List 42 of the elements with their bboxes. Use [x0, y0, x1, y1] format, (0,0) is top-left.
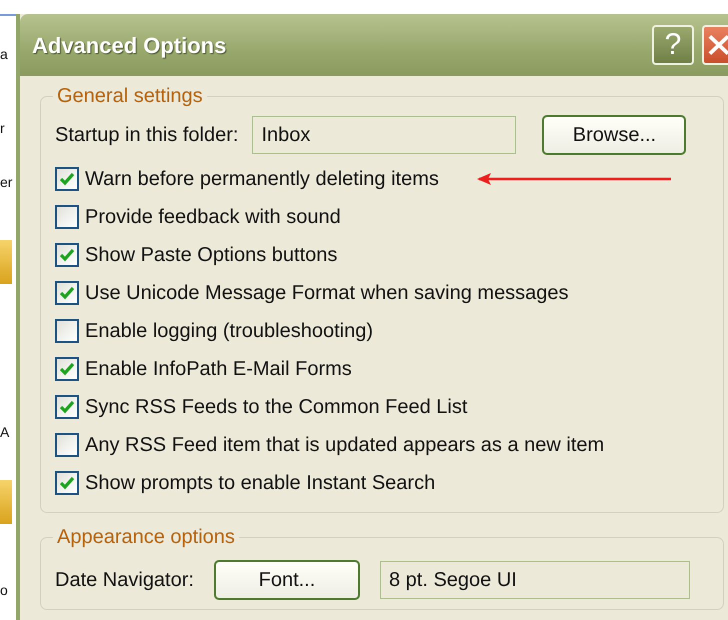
checkbox[interactable] [55, 243, 79, 267]
check-icon [59, 172, 75, 186]
group-title: General settings [56, 84, 204, 108]
checkbox-label: Enable InfoPath E-Mail Forms [85, 357, 352, 382]
startup-folder-field[interactable]: Inbox [252, 116, 516, 154]
checkbox-label: Provide feedback with sound [85, 205, 341, 230]
checkbox[interactable] [55, 319, 79, 343]
browse-button[interactable]: Browse... [542, 115, 686, 155]
checkbox-label: Show Paste Options buttons [85, 243, 338, 268]
checkbox-label: Any RSS Feed item that is updated appears as a new item [85, 433, 604, 458]
date-navigator-label: Date Navigator: [55, 568, 194, 593]
check-icon [59, 286, 75, 300]
group-title: Appearance options [56, 525, 236, 549]
checkbox[interactable] [55, 205, 79, 229]
check-icon [59, 248, 75, 262]
close-button[interactable] [702, 25, 728, 65]
check-icon [59, 476, 75, 490]
check-icon [59, 362, 75, 376]
checkbox-label: Use Unicode Message Format when saving messages [85, 281, 569, 306]
taskbar-picture-strip [0, 240, 12, 284]
background-text: er [0, 174, 14, 190]
checkbox[interactable] [55, 281, 79, 305]
check-icon [59, 400, 75, 414]
background-text: r [0, 120, 6, 136]
background-text: a [0, 46, 9, 62]
checkbox[interactable] [55, 167, 79, 191]
checkbox-label: Warn before permanently deleting items [85, 167, 439, 192]
checkbox-label: Enable logging (troubleshooting) [85, 319, 373, 344]
background-text: o [0, 582, 9, 598]
taskbar-picture-strip [0, 480, 12, 524]
close-icon [707, 33, 728, 57]
background-text: A [0, 424, 10, 440]
checkbox[interactable] [55, 433, 79, 457]
window-title: Advanced Options [32, 32, 228, 60]
font-button[interactable]: Font... [214, 560, 360, 600]
font-field: 8 pt. Segoe UI [380, 561, 690, 599]
checkbox-label: Show prompts to enable Instant Search [85, 471, 436, 496]
checkbox[interactable] [55, 471, 79, 495]
checkbox[interactable] [55, 395, 79, 419]
checkbox[interactable] [55, 357, 79, 381]
checkbox-label: Sync RSS Feeds to the Common Feed List [85, 395, 468, 420]
startup-folder-label: Startup in this folder: [55, 123, 238, 148]
